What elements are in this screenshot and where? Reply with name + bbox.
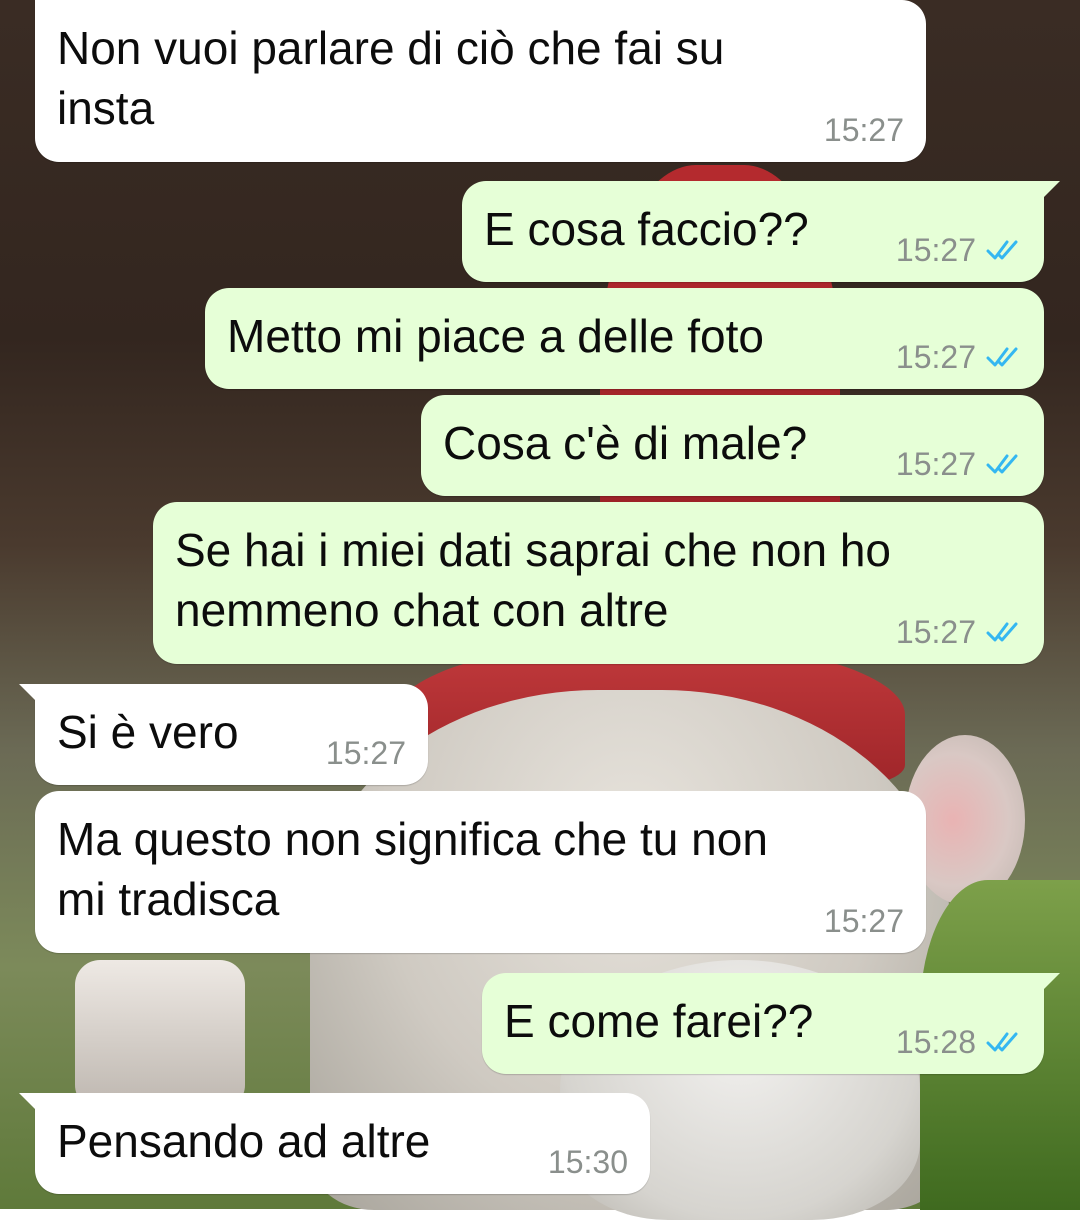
message-text: Si è vero — [57, 706, 239, 758]
message-bubble-incoming[interactable]: Non vuoi parlare di ciò che fai su insta… — [35, 0, 926, 162]
message-text: Pensando ad altre — [57, 1115, 431, 1167]
message-meta: 15:28 — [896, 1024, 1022, 1060]
message-bubble-outgoing[interactable]: Metto mi piace a delle foto 15:27 — [205, 288, 1044, 389]
double-check-icon — [986, 622, 1018, 642]
message-meta: 15:30 — [548, 1144, 628, 1180]
message-time: 15:27 — [895, 232, 976, 268]
message-time: 15:27 — [823, 903, 904, 939]
message-meta: 15:27 — [896, 339, 1022, 375]
double-check-icon — [986, 454, 1018, 474]
message-list[interactable]: Non vuoi parlare di ciò che fai su insta… — [0, 0, 1080, 1209]
message-time: 15:27 — [895, 446, 976, 482]
message-text: Metto mi piace a delle foto — [227, 310, 764, 362]
message-bubble-outgoing[interactable]: Cosa c'è di male? 15:27 — [421, 395, 1044, 496]
message-meta: 15:27 — [824, 112, 904, 148]
message-meta: 15:27 — [896, 232, 1022, 268]
double-check-icon — [986, 1032, 1018, 1052]
message-time: 15:27 — [823, 112, 904, 148]
message-text: Ma questo non significa che tu non mi tr… — [57, 813, 768, 925]
message-time: 15:28 — [895, 1024, 976, 1060]
message-time: 15:27 — [895, 614, 976, 650]
message-text: E come farei?? — [504, 995, 814, 1047]
message-text: E cosa faccio?? — [484, 203, 809, 255]
message-meta: 15:27 — [326, 735, 406, 771]
double-check-icon — [986, 347, 1018, 367]
message-bubble-outgoing[interactable]: E cosa faccio?? 15:27 — [462, 181, 1060, 282]
message-time: 15:27 — [895, 339, 976, 375]
message-meta: 15:27 — [896, 614, 1022, 650]
message-time: 15:30 — [547, 1144, 628, 1180]
message-bubble-incoming[interactable]: Ma questo non significa che tu non mi tr… — [35, 791, 926, 953]
message-bubble-outgoing[interactable]: Se hai i miei dati saprai che non ho nem… — [153, 502, 1044, 664]
message-meta: 15:27 — [824, 903, 904, 939]
message-time: 15:27 — [325, 735, 406, 771]
message-text: Cosa c'è di male? — [443, 417, 808, 469]
message-meta: 15:27 — [896, 446, 1022, 482]
message-text: Se hai i miei dati saprai che non ho nem… — [175, 524, 891, 636]
double-check-icon — [986, 240, 1018, 260]
message-bubble-outgoing[interactable]: E come farei?? 15:28 — [482, 973, 1060, 1074]
message-text: Non vuoi parlare di ciò che fai su insta — [57, 22, 725, 134]
message-bubble-incoming[interactable]: Si è vero 15:27 — [19, 684, 428, 785]
message-bubble-incoming[interactable]: Pensando ad altre 15:30 — [19, 1093, 650, 1194]
